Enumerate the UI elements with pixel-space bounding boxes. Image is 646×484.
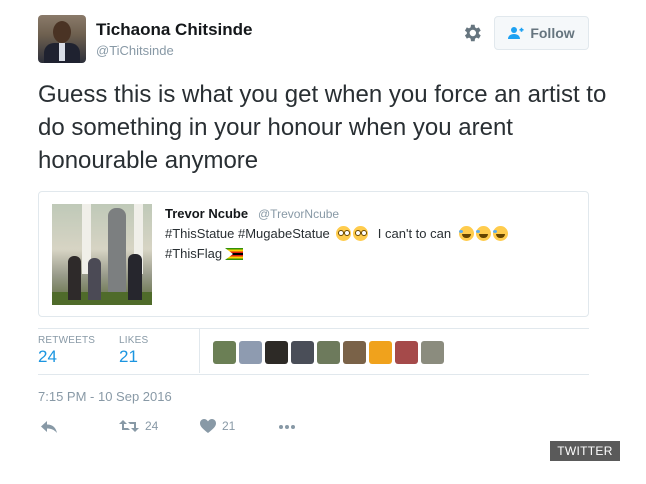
quoted-tweet-photo[interactable] — [52, 204, 152, 305]
tears-of-joy-emoji — [493, 226, 509, 241]
follow-label: Follow — [530, 25, 575, 41]
source-badge: TWITTER — [550, 441, 620, 461]
quoted-author-name[interactable]: Trevor Ncube — [165, 206, 248, 221]
add-user-icon — [508, 27, 524, 39]
author-name[interactable]: Tichaona Chitsinde — [96, 20, 253, 40]
liker-avatar[interactable] — [239, 341, 262, 364]
quoted-hashtags: #ThisStatue #MugabeStatue — [165, 226, 330, 241]
more-button[interactable] — [278, 419, 296, 435]
retweet-button[interactable]: 24 — [119, 419, 158, 433]
tweet-text: Guess this is what you get when you forc… — [38, 81, 607, 174]
reply-button[interactable] — [40, 419, 58, 435]
gear-icon[interactable] — [461, 22, 483, 44]
heart-icon — [200, 419, 216, 433]
quoted-hashtag-flag: #ThisFlag — [165, 246, 223, 261]
liker-avatars — [213, 341, 444, 364]
liker-avatar[interactable] — [421, 341, 444, 364]
retweets-count[interactable]: 24 — [38, 347, 57, 367]
liker-avatar[interactable] — [213, 341, 236, 364]
author-handle[interactable]: @TiChitsinde — [96, 43, 174, 58]
flushed-face-emoji — [335, 226, 351, 241]
liker-avatar[interactable] — [265, 341, 288, 364]
reply-icon — [41, 421, 57, 433]
retweet-icon — [119, 420, 139, 432]
quoted-text-phrase: I can't to can — [377, 226, 452, 241]
like-button[interactable]: 21 — [200, 419, 235, 433]
stats-top-divider — [38, 328, 589, 329]
liker-avatar[interactable] — [291, 341, 314, 364]
like-count: 21 — [222, 419, 236, 433]
likes-label: LIKES — [119, 335, 149, 346]
likes-count[interactable]: 21 — [119, 347, 138, 367]
quoted-author-handle[interactable]: @TrevorNcube — [258, 207, 339, 221]
liker-avatar[interactable] — [317, 341, 340, 364]
retweets-label: RETWEETS — [38, 335, 96, 346]
zimbabwe-flag-emoji — [225, 247, 244, 260]
liker-avatar[interactable] — [369, 341, 392, 364]
follow-button[interactable]: Follow — [494, 16, 589, 50]
tears-of-joy-emoji — [459, 226, 475, 241]
liker-avatar[interactable] — [395, 341, 418, 364]
author-avatar[interactable] — [38, 15, 86, 63]
quoted-tweet-text-line2: #ThisFlag — [165, 246, 244, 261]
tweet-timestamp[interactable]: 7:15 PM - 10 Sep 2016 — [38, 389, 172, 404]
more-icon — [279, 425, 295, 429]
liker-avatar[interactable] — [343, 341, 366, 364]
stats-separator — [199, 329, 200, 373]
quoted-tweet[interactable]: Trevor Ncube @TrevorNcube #ThisStatue #M… — [38, 191, 589, 317]
quoted-tweet-text-line1: #ThisStatue #MugabeStatue I can't to can — [165, 226, 509, 241]
stats-bottom-divider — [38, 374, 589, 375]
tears-of-joy-emoji — [476, 226, 492, 241]
flushed-face-emoji — [352, 226, 368, 241]
retweet-count: 24 — [145, 419, 159, 433]
